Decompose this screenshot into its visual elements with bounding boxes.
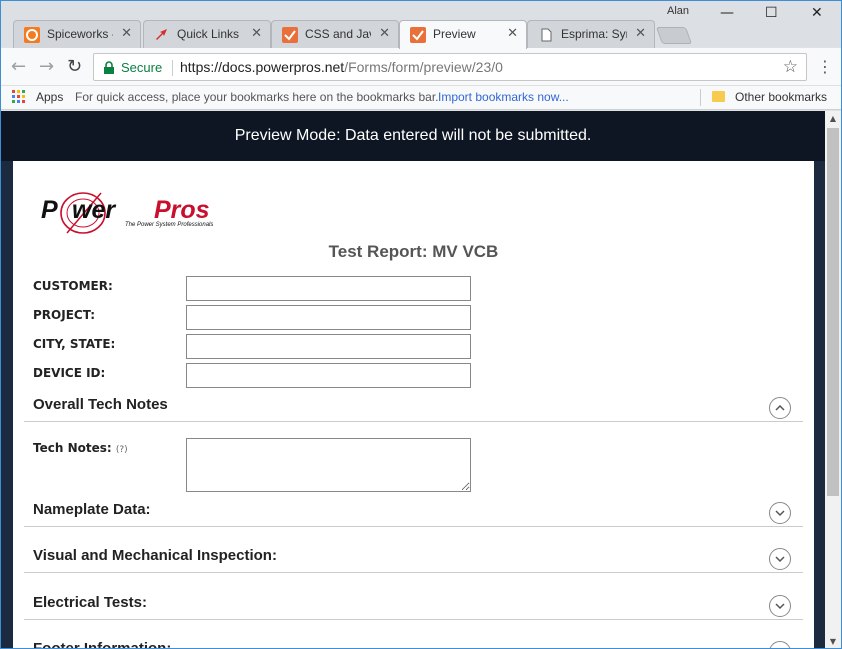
section-title: Electrical Tests: — [33, 594, 147, 611]
tab-css-and-java[interactable]: CSS and Java ✕ — [271, 20, 399, 48]
power-pros-logo: P wer Pros The Power System Professional… — [39, 187, 239, 239]
section-electrical-tests[interactable]: Electrical Tests: — [24, 587, 803, 620]
close-icon[interactable]: ✕ — [507, 26, 518, 41]
section-footer-information[interactable]: Footer Information: — [24, 633, 803, 649]
tab-title: Spiceworks - — [47, 27, 113, 41]
close-icon[interactable]: ✕ — [635, 26, 646, 41]
tech-notes-label: Tech Notes: (?) — [33, 441, 128, 455]
page-viewport: Preview Mode: Data entered will not be s… — [1, 111, 825, 649]
tab-spiceworks[interactable]: Spiceworks - ✕ — [13, 20, 141, 48]
chevron-down-icon[interactable] — [769, 502, 791, 524]
city-state-input[interactable] — [186, 334, 471, 359]
svg-text:Pros: Pros — [154, 196, 210, 224]
maximize-icon[interactable]: ☐ — [765, 5, 778, 21]
chevron-up-icon[interactable] — [769, 397, 791, 419]
document-icon — [538, 27, 554, 43]
profile-name[interactable]: Alan — [667, 5, 689, 17]
svg-text:wer: wer — [72, 196, 116, 224]
project-label: PROJECT: — [33, 308, 96, 322]
preview-banner: Preview Mode: Data entered will not be s… — [1, 111, 825, 161]
tab-title: Preview — [433, 27, 476, 41]
section-title: Nameplate Data: — [33, 501, 151, 518]
section-nameplate-data[interactable]: Nameplate Data: — [24, 494, 803, 527]
tab-esprima[interactable]: Esprima: Syn ✕ — [527, 20, 655, 48]
bookmarks-hint: For quick access, place your bookmarks h… — [75, 90, 439, 104]
other-bookmarks[interactable]: Other bookmarks — [735, 90, 827, 104]
check-icon — [282, 27, 298, 43]
scroll-up-arrow[interactable]: ▲ — [825, 111, 841, 127]
minimize-icon[interactable]: — — [720, 5, 734, 21]
check-icon — [410, 27, 426, 43]
url-host: https://docs.powerpros.net — [180, 59, 345, 75]
help-icon[interactable]: (?) — [116, 445, 128, 455]
bookmarks-bar: Apps For quick access, place your bookma… — [1, 86, 841, 110]
divider — [700, 89, 701, 106]
close-icon[interactable]: ✕ — [251, 26, 262, 41]
lock-icon — [102, 60, 116, 74]
svg-text:P: P — [41, 196, 58, 224]
close-window-icon[interactable]: ✕ — [811, 5, 823, 21]
vertical-scrollbar[interactable]: ▲ ▼ — [825, 111, 841, 648]
tab-title: Quick Links — [177, 27, 240, 41]
svg-text:The Power System Professionals: The Power System Professionals — [125, 222, 213, 228]
section-overall-tech-notes[interactable]: Overall Tech Notes — [24, 389, 803, 422]
tab-quick-links[interactable]: Quick Links ✕ — [143, 20, 271, 48]
section-visual-mechanical[interactable]: Visual and Mechanical Inspection: — [24, 540, 803, 573]
star-icon[interactable]: ☆ — [783, 57, 798, 77]
customer-input[interactable] — [186, 276, 471, 301]
form-title: Test Report: MV VCB — [328, 242, 499, 261]
tab-preview[interactable]: Preview ✕ — [399, 20, 527, 49]
address-bar[interactable]: Secure https://docs.powerpros.net/Forms/… — [93, 53, 807, 81]
apps-link[interactable]: Apps — [36, 90, 63, 104]
close-icon[interactable]: ✕ — [379, 26, 390, 41]
project-input[interactable] — [186, 305, 471, 330]
url-text[interactable]: https://docs.powerpros.net/Forms/form/pr… — [180, 59, 503, 75]
section-title: Visual and Mechanical Inspection: — [33, 547, 277, 564]
customer-label: CUSTOMER: — [33, 279, 113, 293]
device-id-label: DEVICE ID: — [33, 366, 106, 380]
tab-title: CSS and Java — [305, 27, 371, 41]
form-page: P wer Pros The Power System Professional… — [13, 161, 814, 649]
chevron-down-icon[interactable] — [769, 548, 791, 570]
scroll-thumb[interactable] — [827, 128, 839, 496]
device-id-input[interactable] — [186, 363, 471, 388]
quick-links-icon — [154, 27, 170, 43]
reload-icon[interactable]: ↻ — [67, 56, 82, 77]
spiceworks-icon — [24, 27, 40, 43]
scroll-down-arrow[interactable]: ▼ — [825, 634, 841, 648]
city-state-label: CITY, STATE: — [33, 337, 116, 351]
tech-notes-textarea[interactable] — [186, 438, 471, 492]
folder-icon — [712, 91, 725, 102]
apps-icon[interactable] — [12, 90, 26, 104]
url-path: /Forms/form/preview/23/0 — [344, 59, 503, 75]
close-icon[interactable]: ✕ — [121, 26, 132, 41]
tech-notes-label-text: Tech Notes: — [33, 441, 112, 455]
section-title: Overall Tech Notes — [33, 396, 168, 413]
secure-label: Secure — [121, 60, 163, 75]
tab-title: Esprima: Syn — [561, 27, 627, 41]
forward-icon[interactable]: → — [39, 56, 54, 77]
chevron-down-icon[interactable] — [769, 595, 791, 617]
divider — [172, 60, 173, 76]
chevron-down-icon[interactable] — [769, 641, 791, 648]
browser-window: Spiceworks - ✕ Quick Links ✕ CSS and Jav… — [0, 0, 842, 649]
import-bookmarks-link[interactable]: Import bookmarks now... — [438, 90, 569, 104]
back-icon[interactable]: ← — [11, 56, 26, 77]
section-title: Footer Information: — [33, 640, 172, 649]
new-tab-button[interactable] — [655, 27, 693, 44]
browser-toolbar: ← → ↻ Secure https://docs.powerpros.net/… — [1, 48, 841, 86]
menu-icon[interactable]: ⋮ — [817, 57, 833, 76]
